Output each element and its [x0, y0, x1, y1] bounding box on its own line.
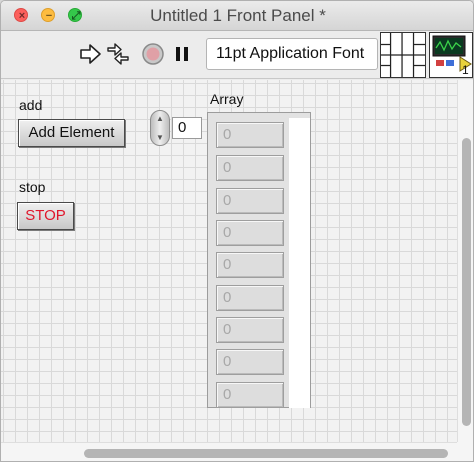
- array-element[interactable]: 0: [216, 285, 284, 311]
- vi-icon-number: 1: [462, 63, 469, 77]
- add-label: add: [19, 97, 43, 113]
- add-element-button[interactable]: Add Element: [18, 119, 125, 147]
- array-element[interactable]: 0: [216, 220, 284, 246]
- array-element[interactable]: 0: [216, 122, 284, 148]
- array-side-strip: [289, 118, 310, 408]
- connector-pane-icon[interactable]: [380, 32, 426, 78]
- vertical-scrollbar[interactable]: [457, 80, 473, 442]
- index-increment-control[interactable]: ▲ ▼: [150, 110, 170, 146]
- array-element[interactable]: 0: [216, 382, 284, 408]
- toolbar: 11pt Application Font 1: [1, 31, 473, 79]
- array-element[interactable]: 0: [216, 188, 284, 214]
- pause-icon[interactable]: [169, 41, 195, 67]
- front-panel-window: × − ⤢ Untitled 1 Front Panel * 11pt Appl…: [0, 0, 474, 462]
- vertical-scroll-thumb[interactable]: [462, 138, 471, 426]
- window-title: Untitled 1 Front Panel *: [150, 6, 326, 25]
- array-label: Array: [210, 91, 244, 107]
- array-element[interactable]: 0: [216, 317, 284, 343]
- abort-execution-icon[interactable]: [140, 41, 166, 67]
- array-element[interactable]: 0: [216, 155, 284, 181]
- stop-button[interactable]: STOP: [17, 202, 74, 230]
- font-select[interactable]: 11pt Application Font: [206, 38, 378, 70]
- array-index-display[interactable]: 0: [172, 117, 202, 139]
- spinner-down-icon[interactable]: ▼: [151, 133, 169, 142]
- array-element[interactable]: 0: [216, 252, 284, 278]
- run-continuously-icon[interactable]: [105, 41, 131, 67]
- run-arrow-icon[interactable]: [77, 41, 103, 67]
- array-element[interactable]: 0: [216, 349, 284, 375]
- vi-icon[interactable]: 1: [429, 32, 473, 78]
- horizontal-scroll-thumb[interactable]: [84, 449, 448, 458]
- spinner-up-icon[interactable]: ▲: [151, 114, 169, 123]
- horizontal-scrollbar[interactable]: [1, 442, 457, 461]
- stop-label: stop: [19, 179, 46, 195]
- title-bar: × − ⤢ Untitled 1 Front Panel *: [1, 1, 473, 31]
- scrollbar-corner: [457, 442, 473, 461]
